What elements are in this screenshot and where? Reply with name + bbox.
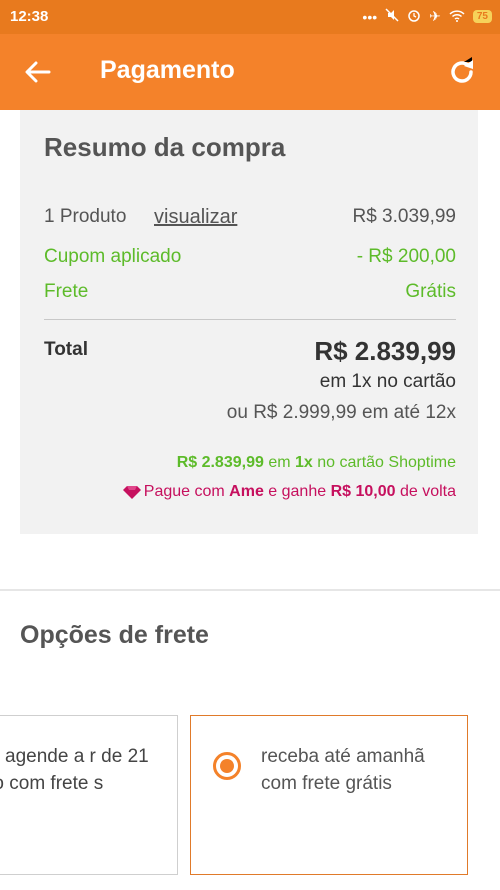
- ame-pre: Pague com: [143, 483, 230, 500]
- app-bar: Pagamento: [0, 34, 500, 110]
- page-title: Pagamento: [100, 56, 235, 84]
- products-label: 1 Produto: [44, 206, 127, 227]
- ame-mid: e ganhe: [263, 483, 331, 500]
- arrow-left-icon: [25, 61, 51, 83]
- total-label: Total: [44, 339, 88, 360]
- promo-tail: no cartão Shoptime: [312, 454, 456, 471]
- coupon-label: Cupom aplicado: [44, 246, 182, 267]
- shoptime-card-promo: R$ 2.839,99 em 1x no cartão Shoptime: [177, 454, 456, 472]
- ame-amount: R$ 10,00: [330, 483, 396, 500]
- shipping-option-radio[interactable]: [213, 752, 241, 780]
- ame-brand: Ame: [229, 483, 264, 500]
- shipping-option-scheduled[interactable]: ba - agende a r de 21 de o com frete s: [0, 715, 178, 875]
- shipping-value: Grátis: [405, 281, 456, 302]
- shipping-option-tomorrow[interactable]: receba até amanhã com frete grátis: [190, 715, 468, 875]
- purchase-summary-card: Resumo da compra 1 Produto visualizar R$…: [20, 110, 478, 534]
- total-value: R$ 2.839,99: [314, 336, 456, 366]
- diamond-icon: [122, 485, 141, 499]
- coupon-value: - R$ 200,00: [356, 246, 456, 267]
- airplane-icon: ✈: [429, 8, 441, 24]
- products-value: R$ 3.039,99: [352, 206, 456, 227]
- promo-amount: R$ 2.839,99: [176, 454, 264, 471]
- ame-promo: Pague com Ame e ganhe R$ 10,00 de volta: [122, 483, 456, 501]
- mute-icon: [385, 8, 399, 25]
- back-button[interactable]: [18, 54, 58, 90]
- shipping-options-title: Opções de frete: [20, 621, 209, 649]
- alarm-icon: [407, 8, 421, 25]
- promo-installments: 1x: [295, 454, 313, 471]
- section-separator: [0, 589, 500, 591]
- status-icons: ••• ✈ 75: [362, 8, 492, 25]
- status-time: 12:38: [10, 8, 49, 25]
- wifi-icon: [449, 9, 465, 25]
- shipping-option-tomorrow-text: receba até amanhã com frete grátis: [261, 746, 425, 794]
- view-products-link[interactable]: visualizar: [154, 206, 237, 229]
- dots-icon: •••: [362, 8, 378, 25]
- status-bar: 12:38 ••• ✈ 75: [0, 0, 500, 34]
- installments-line: ou R$ 2.999,99 em até 12x: [226, 402, 456, 423]
- radio-selected-dot: [220, 759, 234, 773]
- summary-title: Resumo da compra: [44, 132, 286, 162]
- battery-indicator: 75: [472, 10, 492, 23]
- refresh-button[interactable]: [442, 54, 482, 90]
- shipping-option-scheduled-text: ba - agende a r de 21 de o com frete s: [0, 746, 149, 794]
- refresh-icon: [451, 57, 473, 83]
- divider: [44, 319, 456, 320]
- shipping-label: Frete: [44, 281, 89, 302]
- ame-tail: de volta: [395, 483, 456, 500]
- total-payment-line: em 1x no cartão: [319, 371, 456, 392]
- promo-mid: em: [263, 454, 295, 471]
